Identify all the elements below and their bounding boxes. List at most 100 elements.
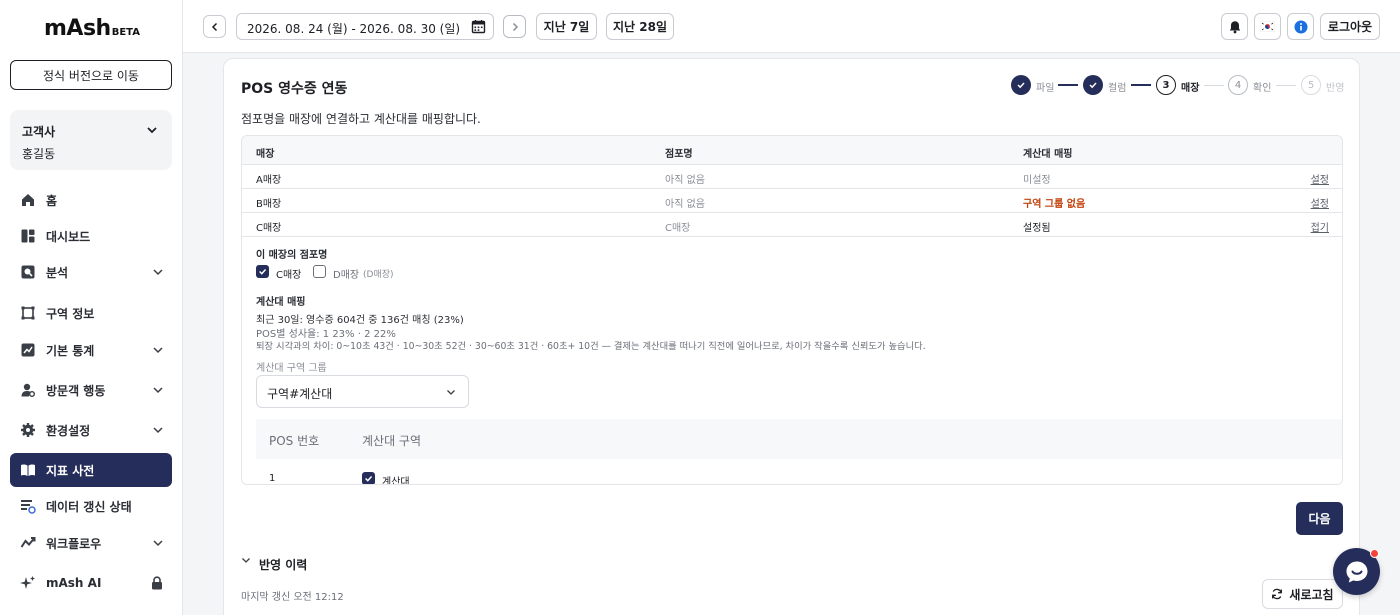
- sidebar-item-basic-stats[interactable]: 기본 통계: [10, 333, 172, 367]
- zone-icon: [20, 305, 36, 321]
- calendar-icon: [471, 20, 486, 34]
- date-range-picker[interactable]: 2026. 08. 24 (월) - 2026. 08. 30 (일): [236, 13, 494, 40]
- store-cell: C매장: [256, 223, 282, 234]
- last-28-days-button[interactable]: 지난 28일: [606, 13, 674, 40]
- mapping-cell: 미설정: [1023, 175, 1051, 186]
- sidebar-item-label: 구역 정보: [46, 306, 95, 321]
- home-icon: [20, 192, 36, 208]
- gear-icon: [20, 422, 36, 438]
- refresh-label: 새로고침: [1289, 587, 1334, 602]
- group-label: 계산대 구역 그룹: [256, 363, 327, 374]
- check-icon: [1089, 82, 1097, 89]
- pos-zone-checkbox[interactable]: [362, 472, 375, 484]
- refresh-icon: [1272, 588, 1283, 600]
- stats-icon: [20, 342, 36, 358]
- refresh-button[interactable]: 새로고침: [1262, 579, 1343, 609]
- client-selector[interactable]: 고객사 홍길동: [10, 110, 172, 170]
- chevron-down-icon: [147, 127, 157, 134]
- client-name: 홍길동: [22, 147, 56, 161]
- step-4-todo: 4: [1228, 75, 1248, 95]
- sidebar-item-label: mAsh AI: [46, 576, 102, 590]
- step-1-done: [1011, 75, 1031, 95]
- sidebar-item-home[interactable]: 홈: [10, 183, 172, 217]
- sidebar-item-metrics-dictionary[interactable]: 지표 사전: [10, 453, 172, 487]
- check-icon: [365, 476, 373, 482]
- zone-group-select[interactable]: 구역#계산대: [256, 375, 469, 408]
- sidebar-item-dashboard[interactable]: 대시보드: [10, 219, 172, 253]
- step-connector: [1276, 85, 1296, 86]
- branch-checkbox-d[interactable]: [313, 265, 326, 278]
- store-cell: B매장: [256, 199, 282, 210]
- branch-section-label: 이 매장의 점포명: [256, 250, 328, 261]
- pos-number-header: POS 번호: [269, 434, 320, 448]
- step-1-label: 파일: [1036, 83, 1055, 94]
- client-label: 고객사: [22, 125, 56, 139]
- info-button[interactable]: [1287, 13, 1314, 40]
- analysis-icon: [20, 264, 36, 280]
- sidebar-item-zone-info[interactable]: 구역 정보: [10, 296, 172, 330]
- next-week-button[interactable]: [503, 15, 526, 38]
- table-row: C매장 C매장 설정됨 접기: [242, 213, 1342, 237]
- chevron-down-icon: [153, 269, 163, 276]
- store-cell: A매장: [256, 175, 282, 186]
- sidebar: mAshBETA 정식 버전으로 이동 고객사 홍길동 홈 대시보드 분석 구역…: [0, 0, 183, 615]
- chevron-down-icon: [242, 558, 250, 563]
- info-icon: [1294, 20, 1307, 33]
- zone-group-value: 구역#계산대: [267, 387, 333, 401]
- history-title: 반영 이력: [259, 558, 308, 572]
- match-summary: 최근 30일: 영수증 604건 중 136건 매칭 (23%): [256, 315, 464, 326]
- branch-option-label: D매장: [333, 270, 360, 281]
- history-toggle[interactable]: [241, 555, 251, 565]
- notification-dot: [1370, 549, 1379, 558]
- logo-text: mAsh: [44, 16, 111, 41]
- language-button[interactable]: [1254, 13, 1281, 40]
- branch-checkbox-c[interactable]: [256, 265, 269, 278]
- branch-cell: 아직 없음: [665, 175, 705, 186]
- chevron-down-icon: [447, 390, 455, 395]
- official-version-button[interactable]: 정식 버전으로 이동: [10, 60, 172, 90]
- mapping-cell: 구역 그룹 없음: [1023, 199, 1086, 210]
- sidebar-item-data-status[interactable]: 데이터 갱신 상태: [10, 489, 172, 523]
- row-action-link[interactable]: 접기: [1311, 219, 1329, 234]
- logo[interactable]: mAshBETA: [44, 16, 140, 41]
- step-2-label: 컬럼: [1108, 83, 1127, 94]
- row-action-link[interactable]: 설정: [1311, 171, 1329, 186]
- next-button[interactable]: 다음: [1296, 502, 1343, 535]
- step-connector: [1131, 84, 1151, 86]
- last-7-days-button[interactable]: 지난 7일: [536, 13, 597, 40]
- step-connector: [1058, 84, 1078, 86]
- logout-button[interactable]: 로그아웃: [1320, 13, 1380, 40]
- notification-button[interactable]: [1221, 13, 1248, 40]
- mapping-cell: 설정됨: [1023, 223, 1051, 234]
- dashboard-icon: [20, 228, 36, 244]
- page-description: 점포명을 매장에 연결하고 계산대를 매핑합니다.: [241, 112, 481, 126]
- chat-icon: [1346, 561, 1367, 582]
- sidebar-item-label: 데이터 갱신 상태: [46, 499, 132, 514]
- chevron-down-icon: [153, 347, 163, 354]
- step-5-todo: 5: [1301, 75, 1321, 95]
- topbar: 2026. 08. 24 (월) - 2026. 08. 30 (일) 지난 7…: [183, 0, 1400, 53]
- step-4-label: 확인: [1253, 83, 1272, 94]
- sparkle-icon: [20, 575, 36, 591]
- prev-week-button[interactable]: [203, 15, 226, 38]
- sidebar-item-label: 워크플로우: [46, 536, 102, 551]
- row-action-link[interactable]: 설정: [1311, 195, 1329, 210]
- table-row: 1 계산대: [256, 459, 1342, 484]
- branch-option-label: C매장: [276, 270, 302, 281]
- step-3-label: 매장: [1181, 83, 1200, 94]
- step-5-label: 반영: [1326, 83, 1345, 94]
- column-header-branch: 점포명: [665, 149, 693, 160]
- sidebar-item-label: 방문객 행동: [46, 383, 106, 398]
- sidebar-item-label: 기본 통계: [46, 343, 95, 358]
- sidebar-item-settings[interactable]: 환경설정: [10, 413, 172, 447]
- sidebar-item-workflow[interactable]: 워크플로우: [10, 526, 172, 560]
- column-header-store: 매장: [256, 149, 275, 160]
- time-diff-info: 퇴장 시각과의 차이: 0~10초 43건 · 10~30초 52건 · 30~…: [256, 341, 926, 352]
- sidebar-item-visitor-behavior[interactable]: 방문객 행동: [10, 373, 172, 407]
- sidebar-item-analysis[interactable]: 분석: [10, 255, 172, 289]
- chevron-down-icon: [153, 387, 163, 394]
- sidebar-item-mash-ai[interactable]: mAsh AI: [10, 566, 172, 600]
- sidebar-item-label: 지표 사전: [46, 463, 95, 478]
- visitor-icon: [20, 382, 36, 398]
- table-row: A매장 아직 없음 미설정 설정: [242, 165, 1342, 189]
